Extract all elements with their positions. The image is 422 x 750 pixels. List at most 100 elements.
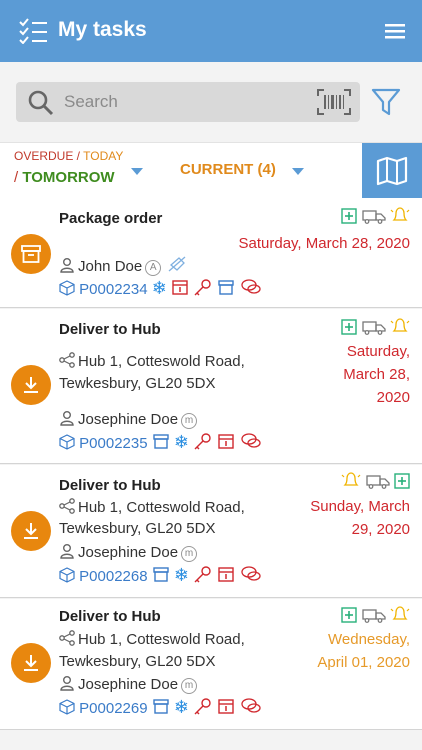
reference-line: P0002235 ❄ xyxy=(59,432,262,453)
calendar-icon xyxy=(172,280,188,295)
chevron-down-icon[interactable] xyxy=(131,168,143,175)
box-icon xyxy=(153,699,169,714)
map-view-button[interactable] xyxy=(362,143,422,199)
address-line-2: Tewkesbury, GL20 5DX xyxy=(59,375,216,392)
box-icon xyxy=(153,567,169,582)
task-tabs: OVERDUE / TODAY / TOMORROW CURRENT (4) xyxy=(0,142,422,199)
address-line: Hub 1, Cotteswold Road, xyxy=(59,352,245,370)
contact-name: Josephine Doe xyxy=(78,676,179,693)
contact-line: John Doe A xyxy=(59,255,190,276)
contact-line: Josephine Doe m xyxy=(59,675,198,694)
person-icon xyxy=(60,544,74,559)
task-card[interactable]: Deliver to Hub Hub 1, Cotteswold Road, T… xyxy=(0,599,422,730)
person-icon xyxy=(60,676,74,691)
delivery-truck-icon xyxy=(361,609,386,623)
box-icon xyxy=(153,434,169,449)
reference-line: P0002268 ❄ xyxy=(59,565,262,586)
task-card[interactable]: Package order John Doe A P0002234 ❄ Satur… xyxy=(0,198,422,308)
due-date: Sunday, March 29, 2020 xyxy=(310,495,410,541)
comments-icon xyxy=(240,433,261,448)
reference-line: P0002269 ❄ xyxy=(59,697,262,718)
due-date: Wednesday, April 01, 2020 xyxy=(317,628,410,674)
calendar-icon xyxy=(218,434,235,449)
tomorrow-label: TOMORROW xyxy=(22,169,115,186)
task-reference: P0002269 xyxy=(79,700,148,717)
snowflake-icon: ❄ xyxy=(173,565,190,585)
key-icon xyxy=(194,279,211,296)
no-notifications-icon xyxy=(168,256,186,272)
task-card[interactable]: Deliver to Hub Hub 1, Cotteswold Road, T… xyxy=(0,465,422,598)
map-icon xyxy=(376,156,408,186)
archive-box-icon xyxy=(21,245,41,263)
task-type-badge xyxy=(11,365,51,405)
search-input[interactable] xyxy=(64,88,314,116)
due-date-line: Saturday, xyxy=(346,343,410,360)
due-date: Saturday, March 28, 2020 xyxy=(343,340,410,409)
medical-icon xyxy=(341,607,357,623)
calendar-icon xyxy=(218,699,235,714)
key-icon xyxy=(194,433,211,450)
due-date-line: Sunday, March xyxy=(310,498,410,515)
contact-badge: m xyxy=(181,678,198,694)
bell-icon xyxy=(341,472,361,486)
contact-name: Josephine Doe xyxy=(78,411,179,428)
page-title: My tasks xyxy=(58,18,147,41)
share-icon xyxy=(59,498,75,514)
task-type-badge xyxy=(11,643,51,683)
delivery-truck-icon xyxy=(361,210,386,224)
status-icons xyxy=(341,471,410,491)
filter-icon[interactable] xyxy=(370,86,402,118)
person-icon xyxy=(60,411,74,426)
task-reference: P0002268 xyxy=(79,568,148,585)
contact-line: Josephine Doe m xyxy=(59,410,198,429)
key-icon xyxy=(194,566,211,583)
key-icon xyxy=(194,698,211,715)
task-reference: P0002235 xyxy=(79,435,148,452)
comments-icon xyxy=(240,566,261,581)
download-icon xyxy=(24,655,38,671)
tab-current[interactable]: CURRENT (4) xyxy=(180,161,276,178)
reference-line: P0002234 ❄ xyxy=(59,278,262,299)
due-date-line: March 28, xyxy=(343,366,410,383)
search-bar-row xyxy=(0,62,422,142)
contact-name: Josephine Doe xyxy=(78,544,179,561)
calendar-icon xyxy=(218,567,235,582)
status-icons xyxy=(341,605,410,625)
address-line: Hub 1, Cotteswold Road, xyxy=(59,630,245,648)
delivery-truck-icon xyxy=(365,475,390,489)
person-icon xyxy=(60,258,74,273)
search-box[interactable] xyxy=(16,82,360,122)
task-card[interactable]: Deliver to Hub Hub 1, Cotteswold Road, T… xyxy=(0,309,422,464)
separator: / xyxy=(73,149,84,163)
search-icon xyxy=(28,90,54,116)
chevron-down-icon[interactable] xyxy=(292,168,304,175)
address-line-1: Hub 1, Cotteswold Road, xyxy=(78,631,245,648)
task-title: Package order xyxy=(59,210,163,227)
share-icon xyxy=(59,352,75,368)
parcel-icon xyxy=(59,699,75,715)
comments-icon xyxy=(240,279,261,294)
today-label: TODAY xyxy=(83,149,124,163)
app-bar: My tasks xyxy=(0,0,422,62)
medical-icon xyxy=(394,473,410,489)
address-line-2: Tewkesbury, GL20 5DX xyxy=(59,520,216,537)
parcel-icon xyxy=(59,280,75,296)
due-date: Saturday, March 28, 2020 xyxy=(239,232,411,255)
contact-name: John Doe xyxy=(78,258,143,275)
status-icons xyxy=(341,317,410,337)
task-title: Deliver to Hub xyxy=(59,608,161,625)
medical-icon xyxy=(341,208,357,224)
share-icon xyxy=(59,630,75,646)
task-title: Deliver to Hub xyxy=(59,321,161,338)
overdue-label: OVERDUE xyxy=(14,149,74,163)
parcel-icon xyxy=(59,567,75,583)
address-line: Hub 1, Cotteswold Road, xyxy=(59,498,245,516)
due-date-line: Wednesday, xyxy=(328,631,410,648)
address-line-1: Hub 1, Cotteswold Road, xyxy=(78,353,245,370)
barcode-scan-icon[interactable] xyxy=(316,88,352,116)
parcel-icon xyxy=(59,434,75,450)
address-line-2: Tewkesbury, GL20 5DX xyxy=(59,653,216,670)
bell-icon xyxy=(390,606,410,620)
medical-icon xyxy=(341,319,357,335)
hamburger-menu-icon[interactable] xyxy=(382,20,408,42)
